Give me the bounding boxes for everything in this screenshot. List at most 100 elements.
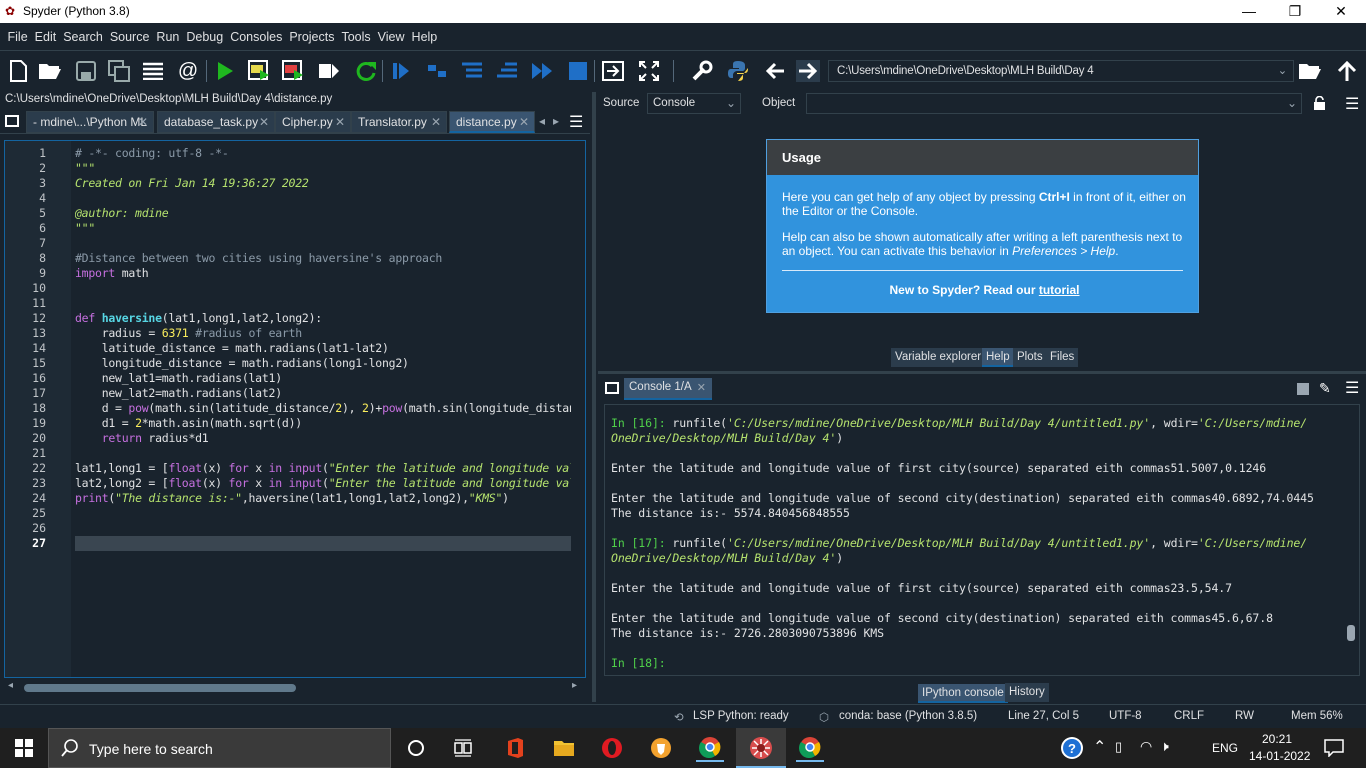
close-tab-icon[interactable]: ✕ bbox=[259, 112, 269, 133]
menu-consoles[interactable]: Consoles bbox=[227, 23, 286, 51]
windows-start-icon[interactable] bbox=[10, 734, 38, 762]
close-button[interactable]: ✕ bbox=[1318, 0, 1364, 23]
run-cell-icon[interactable] bbox=[247, 60, 271, 82]
chevron-up-icon[interactable]: ⌃ bbox=[1093, 737, 1106, 757]
code-text-area[interactable]: # -*- coding: utf-8 -*- """ Created on F… bbox=[75, 141, 571, 677]
menu-file[interactable]: File bbox=[4, 23, 31, 51]
console-options-menu-icon[interactable]: ☰ bbox=[1345, 378, 1359, 398]
chrome-icon[interactable] bbox=[796, 734, 824, 762]
menu-edit[interactable]: Edit bbox=[31, 23, 60, 51]
run-cell-advance-icon[interactable] bbox=[281, 60, 305, 82]
menu-help[interactable]: Help bbox=[408, 23, 441, 51]
help-tips-icon[interactable]: ? bbox=[1058, 734, 1086, 762]
console-prompt[interactable]: In [18]: bbox=[611, 656, 666, 671]
source-combo[interactable]: Console ⌄ bbox=[647, 93, 741, 114]
cortana-icon[interactable] bbox=[402, 734, 430, 762]
new-file-icon[interactable] bbox=[6, 60, 30, 82]
menu-debug[interactable]: Debug bbox=[183, 23, 227, 51]
tab-console-1a[interactable]: Console 1/A ✕ bbox=[624, 378, 712, 400]
preferences-wrench-icon[interactable] bbox=[690, 60, 714, 82]
save-icon[interactable] bbox=[74, 60, 98, 82]
step-into-icon[interactable] bbox=[460, 60, 484, 82]
tab-plots[interactable]: Plots bbox=[1013, 348, 1047, 367]
interrupt-kernel-icon[interactable] bbox=[1297, 383, 1309, 395]
menu-run[interactable]: Run bbox=[153, 23, 183, 51]
menu-search[interactable]: Search bbox=[60, 23, 107, 51]
maximize-pane-icon[interactable] bbox=[601, 60, 625, 82]
help-options-menu-icon[interactable]: ☰ bbox=[1345, 94, 1359, 114]
browse-console-tabs-icon[interactable] bbox=[605, 382, 619, 394]
continue-icon[interactable] bbox=[530, 60, 554, 82]
object-combo[interactable]: ⌄ bbox=[806, 93, 1302, 114]
code-editor[interactable]: 1 2 3 4 5 6 7 8 9 10 11 12 13 14 15 16 1… bbox=[4, 140, 586, 678]
browse-directory-icon[interactable] bbox=[1298, 60, 1322, 82]
at-icon[interactable]: @ bbox=[176, 60, 200, 82]
editor-horizontal-scrollbar[interactable]: ◂ ▸ bbox=[8, 680, 586, 695]
fullscreen-icon[interactable] bbox=[637, 60, 661, 82]
menu-view[interactable]: View bbox=[374, 23, 408, 51]
language-indicator[interactable]: ENG bbox=[1212, 741, 1238, 755]
close-tab-icon[interactable]: ✕ bbox=[335, 112, 345, 133]
browse-tabs-icon[interactable] bbox=[141, 60, 165, 82]
scroll-left-icon[interactable]: ◂ bbox=[8, 680, 13, 691]
minimize-button[interactable]: — bbox=[1226, 0, 1272, 23]
notifications-icon[interactable] bbox=[1320, 734, 1348, 762]
ipython-console[interactable]: In [16]: runfile('C:/Users/mdine/OneDriv… bbox=[604, 404, 1360, 676]
tab-database-task[interactable]: database_task.py ✕ bbox=[157, 111, 275, 133]
tab-help[interactable]: Help bbox=[982, 348, 1014, 367]
tutorial-link[interactable]: tutorial bbox=[1039, 283, 1080, 297]
scroll-tabs-right-icon[interactable]: ▸ bbox=[553, 114, 559, 128]
taskbar-search-box[interactable]: Type here to search bbox=[48, 728, 391, 768]
brave-icon[interactable] bbox=[647, 734, 675, 762]
opera-icon[interactable] bbox=[598, 734, 626, 762]
debug-icon[interactable] bbox=[389, 60, 413, 82]
office-icon[interactable] bbox=[501, 734, 529, 762]
open-file-icon[interactable] bbox=[38, 60, 62, 82]
scroll-tabs-left-icon[interactable]: ◂ bbox=[539, 114, 545, 128]
battery-icon[interactable]: ▯ bbox=[1115, 739, 1122, 755]
clock-date[interactable]: 14-01-2022 bbox=[1249, 749, 1310, 763]
editor-options-menu-icon[interactable]: ☰ bbox=[569, 112, 583, 132]
tab-files[interactable]: Files bbox=[1046, 348, 1079, 367]
stop-debug-icon[interactable] bbox=[566, 60, 590, 82]
editor-vertical-scrollbar[interactable] bbox=[571, 141, 585, 677]
close-tab-icon[interactable]: ✕ bbox=[519, 112, 529, 133]
clear-console-eraser-icon[interactable]: ✎ bbox=[1319, 380, 1331, 397]
tab-cipher[interactable]: Cipher.py ✕ bbox=[275, 111, 351, 133]
console-scroll-thumb[interactable] bbox=[1347, 625, 1355, 641]
tab-python-ml[interactable]: - mdine\...\Python ML ✕ bbox=[26, 111, 154, 133]
run-selection-icon[interactable] bbox=[317, 60, 341, 82]
tab-distance[interactable]: distance.py ✕ bbox=[449, 111, 535, 133]
browse-tabs-icon[interactable] bbox=[5, 115, 19, 127]
working-directory-combo[interactable]: C:\Users\mdine\OneDrive\Desktop\MLH Buil… bbox=[828, 60, 1294, 82]
step-icon[interactable] bbox=[425, 60, 449, 82]
menu-tools[interactable]: Tools bbox=[338, 23, 374, 51]
tab-variable-explorer[interactable]: Variable explorer bbox=[891, 348, 986, 367]
tab-history[interactable]: History bbox=[1005, 683, 1049, 702]
lsp-status[interactable]: LSP Python: ready bbox=[693, 710, 789, 722]
file-explorer-icon[interactable] bbox=[550, 734, 578, 762]
task-view-icon[interactable] bbox=[450, 734, 478, 762]
python-path-icon[interactable] bbox=[726, 60, 750, 82]
menu-projects[interactable]: Projects bbox=[286, 23, 338, 51]
save-all-icon[interactable] bbox=[107, 60, 131, 82]
forward-arrow-icon[interactable] bbox=[796, 60, 820, 82]
spyder-taskbar-icon[interactable] bbox=[747, 734, 775, 762]
restore-button[interactable]: ❐ bbox=[1272, 0, 1318, 23]
horizontal-splitter[interactable] bbox=[598, 371, 1366, 374]
step-return-icon[interactable] bbox=[495, 60, 519, 82]
tab-translator[interactable]: Translator.py ✕ bbox=[351, 111, 447, 133]
speaker-muted-icon[interactable]: 🕨 bbox=[1160, 738, 1169, 755]
chrome-profile-icon[interactable] bbox=[696, 734, 724, 762]
run-icon[interactable] bbox=[213, 60, 237, 82]
parent-directory-icon[interactable] bbox=[1335, 60, 1359, 82]
clock-time[interactable]: 20:21 bbox=[1262, 732, 1292, 746]
close-tab-icon[interactable]: ✕ bbox=[431, 112, 441, 133]
scroll-right-icon[interactable]: ▸ bbox=[572, 680, 577, 691]
pane-splitter[interactable] bbox=[592, 92, 596, 702]
close-tab-icon[interactable]: ✕ bbox=[138, 112, 148, 133]
menu-source[interactable]: Source bbox=[106, 23, 153, 51]
lock-icon[interactable] bbox=[1314, 95, 1325, 110]
tab-ipython-console[interactable]: IPython console bbox=[918, 684, 1008, 703]
wifi-icon[interactable]: ◠ bbox=[1140, 738, 1152, 755]
